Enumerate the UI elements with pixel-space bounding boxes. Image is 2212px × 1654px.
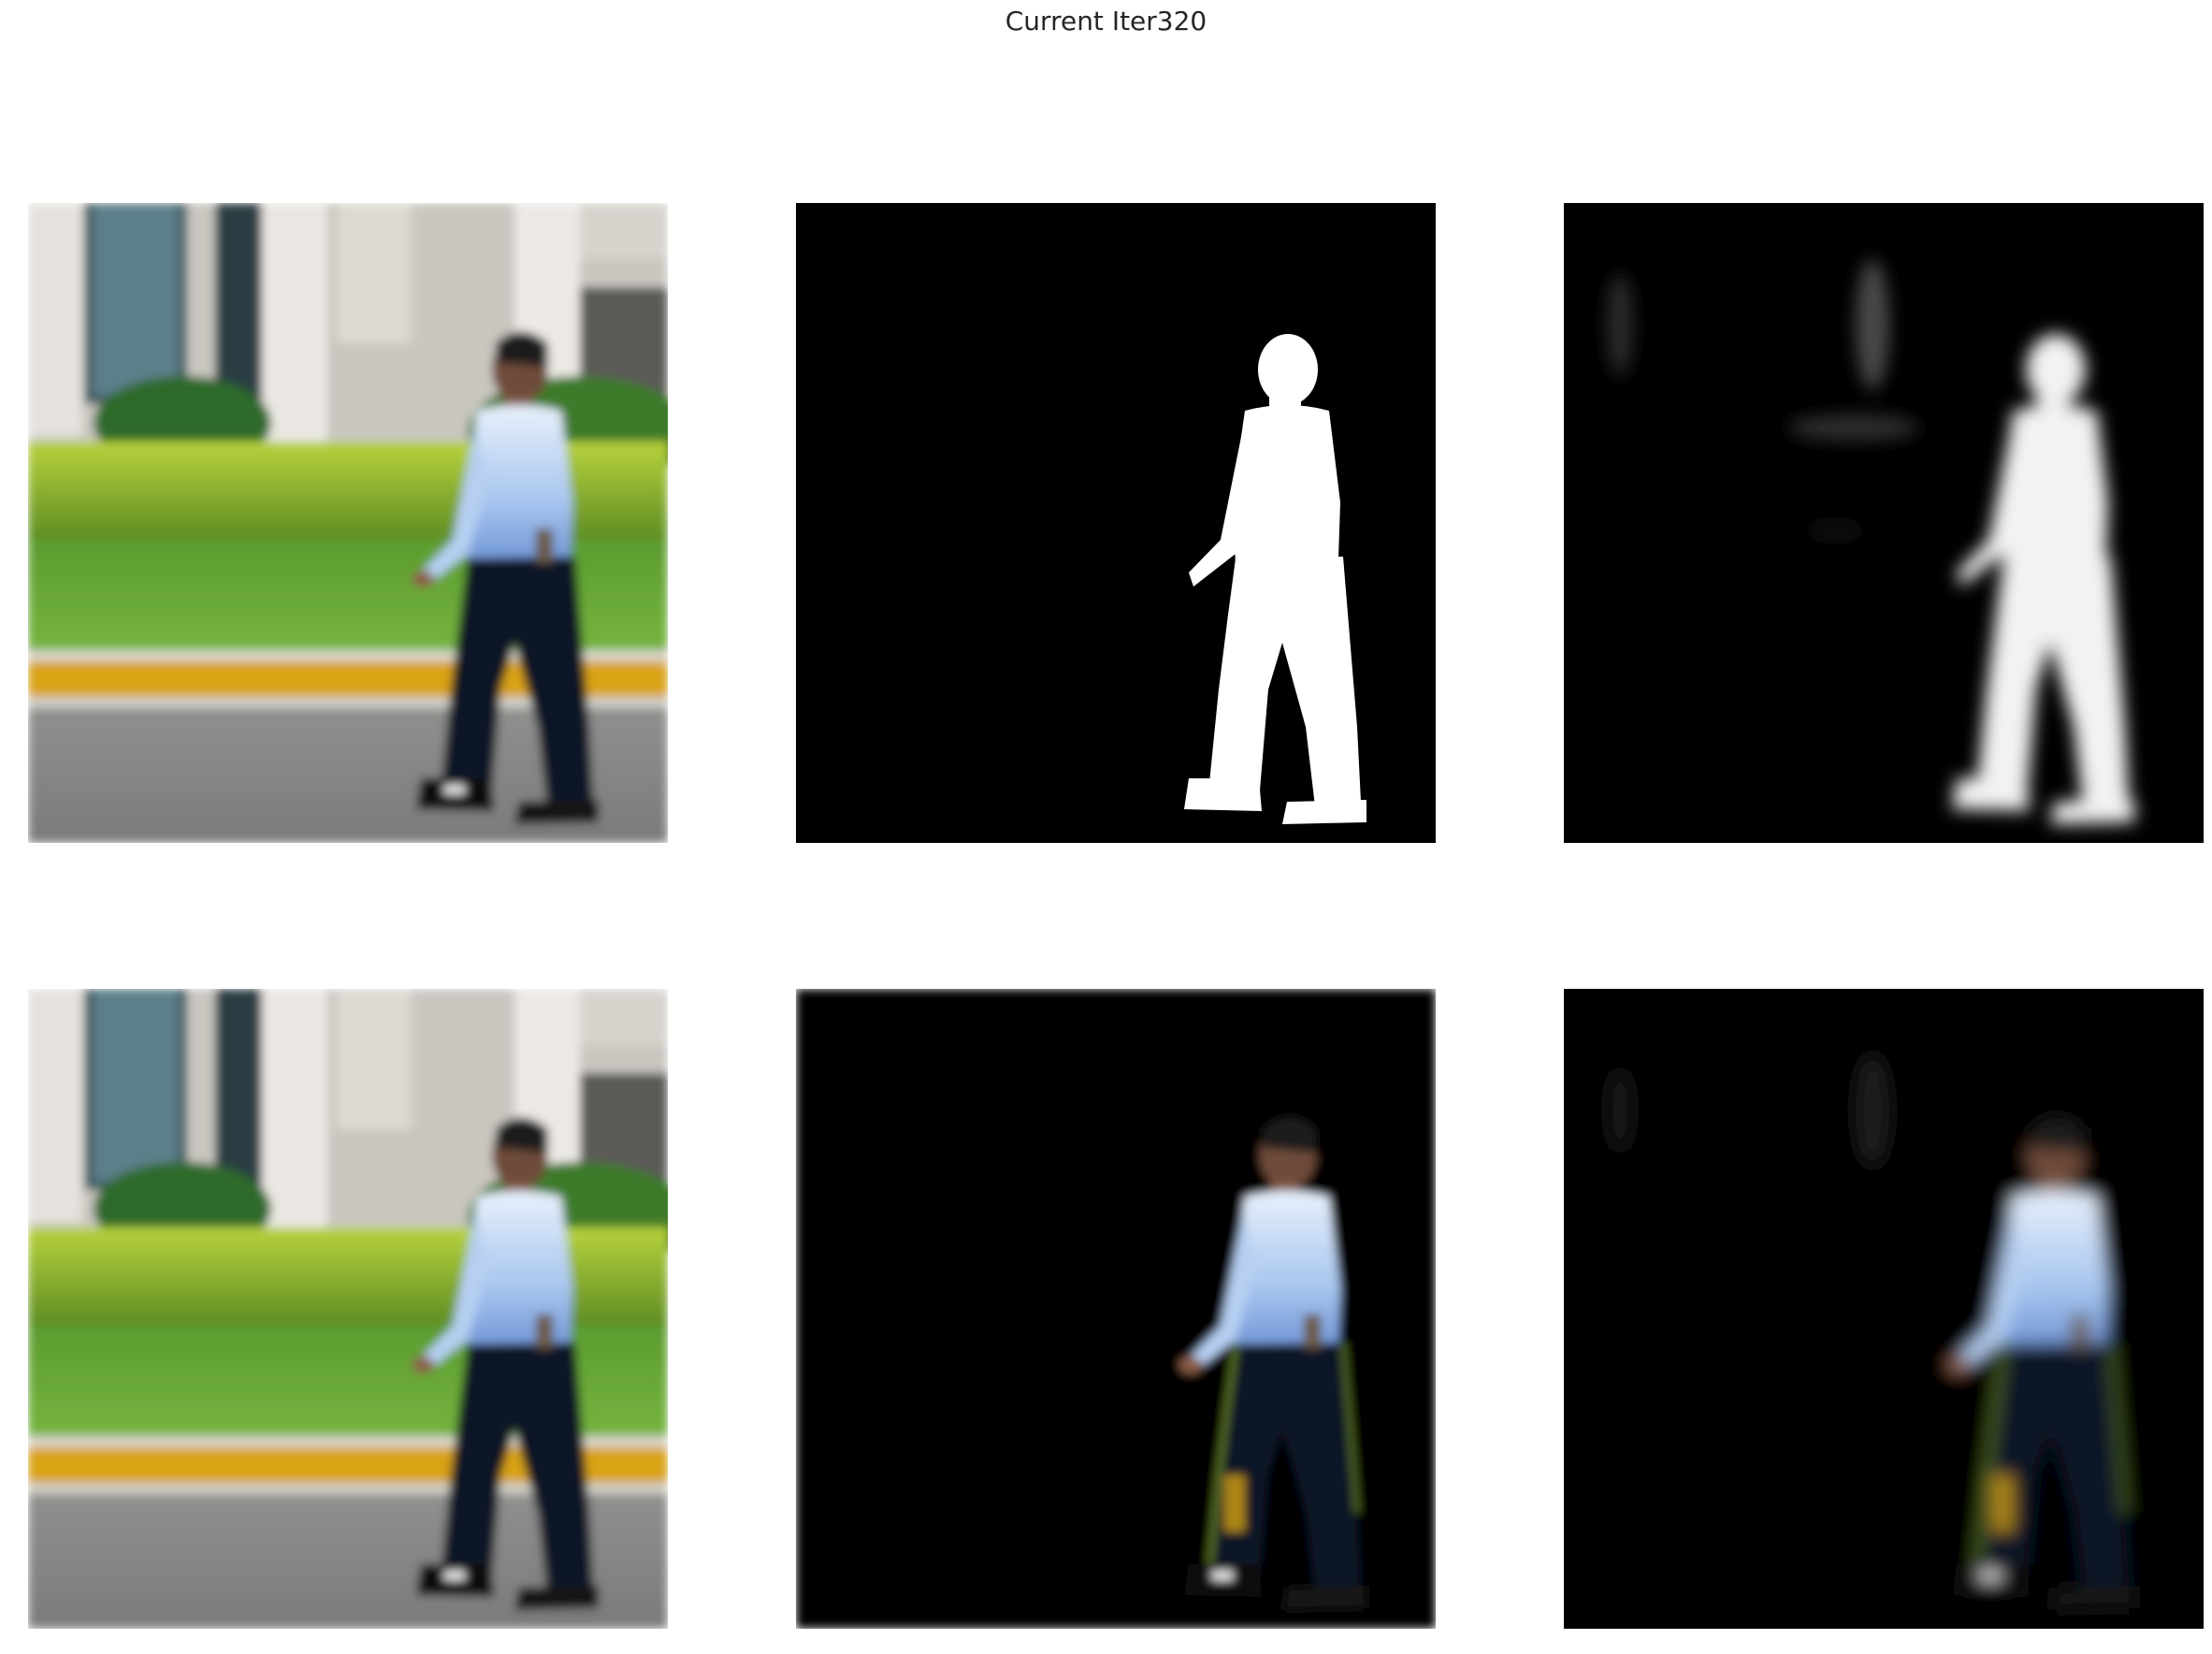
predicted-cutout-panel: [1564, 989, 2204, 1629]
input-photo-2: [28, 989, 668, 1629]
predicted-mask: [1564, 203, 2204, 843]
input-image-panel: [28, 203, 668, 843]
ground-truth-cutout-panel: [796, 989, 1436, 1629]
predicted-mask-panel: [1564, 203, 2204, 843]
input-photo: [28, 203, 668, 843]
ground-truth-mask: [796, 203, 1436, 843]
ground-truth-mask-panel: [796, 203, 1436, 843]
input-image-panel-2: [28, 989, 668, 1629]
predicted-cutout: [1564, 989, 2204, 1629]
ground-truth-cutout: [796, 989, 1436, 1629]
figure-title: Current Iter320: [1005, 6, 1207, 36]
